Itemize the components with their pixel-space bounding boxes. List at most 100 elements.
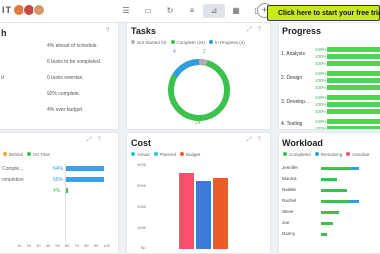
- cost-bar-budget: [213, 178, 228, 249]
- health-panel: h ? d 4% ahead of schedule. 6 tasks to b…: [0, 22, 119, 130]
- app-logo: IT: [2, 5, 12, 15]
- x-tick: 10: [17, 243, 22, 248]
- x-tick: 20: [26, 243, 32, 248]
- progress-task-label: 3. Develop...: [281, 99, 310, 105]
- progress-percent: 100%: [315, 119, 327, 124]
- legend-swatch: [314, 152, 319, 156]
- legend-item: Planned: [159, 152, 177, 157]
- legend-swatch: [153, 152, 158, 156]
- legend-swatch: [131, 152, 135, 156]
- calendar-icon[interactable]: ▦: [225, 4, 247, 18]
- progress-bar: [327, 47, 380, 52]
- time-bar: [66, 166, 104, 171]
- health-label: d: [1, 75, 4, 81]
- health-value: 92% complete.: [47, 91, 81, 97]
- workload-completed-bar: [321, 200, 349, 203]
- workload-completed-bar: [321, 211, 339, 214]
- donut-label: 2: [203, 49, 206, 55]
- not-started-segment: [198, 59, 208, 66]
- legend-item: Budget: [186, 152, 201, 157]
- progress-bar: [327, 78, 380, 83]
- x-tick: 50: [55, 243, 60, 248]
- x-tick: 80: [84, 243, 89, 248]
- progress-bar: [327, 126, 380, 129]
- progress-bar: [327, 71, 380, 76]
- legend-swatch: [27, 152, 32, 156]
- x-tick: 70: [74, 243, 80, 248]
- expand-icon[interactable]: ⤢ ?: [87, 137, 103, 144]
- legend-item: On Time: [33, 152, 51, 157]
- progress-percent: 100%: [315, 85, 327, 90]
- x-tick: 40: [45, 243, 51, 248]
- legend-item: Actual: [137, 152, 150, 157]
- progress-bar: [327, 54, 380, 59]
- progress-bar: [327, 95, 380, 100]
- progress-percent: 100%: [315, 126, 327, 130]
- dashboard-icon[interactable]: ⊿: [203, 4, 225, 18]
- progress-percent: 100%: [315, 109, 327, 114]
- progress-percent: 100%: [315, 102, 327, 107]
- in-progress-segment: [172, 59, 200, 78]
- health-value: 6 tasks to be completed.: [47, 59, 102, 65]
- panel-title: Progress: [282, 26, 322, 36]
- team-avatars[interactable]: [13, 4, 45, 16]
- help-icon[interactable]: ?: [106, 28, 111, 34]
- cost-bar-planned: [196, 181, 211, 249]
- workload-remaining-bar: [351, 167, 359, 170]
- timeline-icon[interactable]: ≡: [181, 4, 203, 18]
- time-panel: ⤢ ? Behind On Time Comple... ompletion 6…: [0, 132, 119, 254]
- progress-percent: 100%: [315, 47, 327, 52]
- health-value: 4% over budget.: [47, 107, 84, 113]
- progress-percent: 100%: [315, 71, 327, 76]
- list-icon[interactable]: ☰: [115, 4, 137, 18]
- legend-item: Overdue: [352, 152, 370, 157]
- tasks-donut-chart: [168, 59, 230, 121]
- legend-item: Remaining: [320, 152, 343, 157]
- time-legend: Behind On Time: [0, 152, 50, 157]
- legend-swatch: [3, 152, 7, 156]
- progress-percent: 100%: [315, 54, 327, 59]
- donut-label: 24: [195, 120, 201, 126]
- workload-person: Rachel: [282, 198, 297, 203]
- progress-bar: [327, 102, 380, 107]
- time-pct: 4%: [53, 188, 61, 194]
- y-tick: 200K: [137, 204, 147, 209]
- x-tick: 30: [36, 243, 41, 248]
- workload-completed-bar: [321, 167, 351, 170]
- y-tick: 300K: [137, 183, 147, 188]
- legend-swatch: [180, 152, 185, 156]
- tasks-panel: Tasks ⤢ ? Not Started (0) Complete (24) …: [126, 22, 271, 130]
- time-pct: 66%: [53, 177, 64, 183]
- expand-icon[interactable]: ⤢ ?: [247, 137, 263, 144]
- progress-percent: 100%: [315, 61, 327, 66]
- legend-swatch: [283, 152, 287, 156]
- time-bar: [66, 188, 68, 193]
- workload-person: Natalie: [282, 187, 297, 192]
- time-axis-line: [65, 163, 66, 241]
- progress-task-label: 4. Testing: [281, 121, 303, 127]
- progress-task-label: 1. Analysis: [281, 51, 305, 57]
- y-tick: 100K: [137, 225, 147, 230]
- cost-panel: Cost ⤢ ? Actual Planned Budget 400K 300K…: [126, 132, 271, 254]
- workload-completed-bar: [321, 233, 327, 236]
- workload-person: Joe: [282, 220, 290, 225]
- tasks-icon[interactable]: ▭: [137, 4, 159, 18]
- workload-completed-bar: [321, 189, 347, 192]
- panel-title: Cost: [131, 138, 151, 148]
- workload-legend: Completed Remaining Overdue: [279, 152, 370, 157]
- cost-legend: Actual Planned Budget: [127, 152, 200, 157]
- panel-title: h: [1, 28, 7, 38]
- avatar[interactable]: [33, 4, 45, 16]
- free-trial-button[interactable]: Click here to start your free trial: [267, 5, 380, 21]
- legend-item: Behind: [9, 152, 24, 157]
- legend-item: Completed: [289, 152, 311, 157]
- workload-person: Danny: [282, 231, 296, 236]
- x-tick: 90: [93, 243, 99, 248]
- workload-person: Monica: [282, 176, 297, 181]
- workload-completed-bar: [321, 222, 333, 225]
- sync-icon[interactable]: ↻: [159, 4, 181, 18]
- health-value: 4% ahead of schedule.: [47, 43, 98, 49]
- workload-panel: Workload Completed Remaining Overdue Jen…: [278, 132, 380, 254]
- progress-percent: 100%: [315, 78, 327, 83]
- panel-title: Workload: [282, 138, 323, 148]
